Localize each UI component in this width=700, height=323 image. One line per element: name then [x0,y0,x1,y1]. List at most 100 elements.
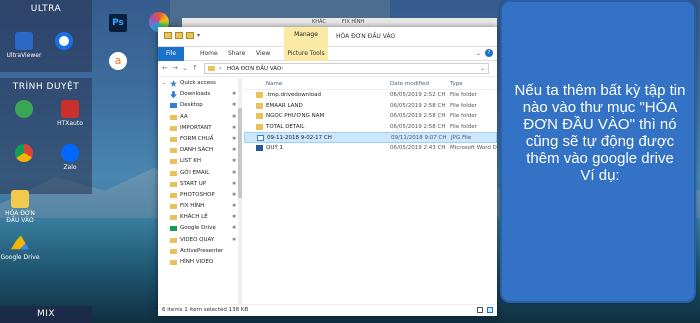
sidebar-item[interactable]: Google Drive ✱ [158,223,241,234]
tab-view[interactable]: View [250,47,276,61]
file-name: .tmp.drivedownload [266,92,322,98]
tab-file[interactable]: File [158,47,184,61]
zalo-shortcut[interactable]: Zalo [50,144,90,171]
sidebar-item[interactable]: ⌄ Quick access [158,78,241,89]
sidebar-item[interactable]: IMPORTANT ✱ [158,123,241,134]
details-view-icon[interactable] [477,307,483,313]
navigation-scrollbar[interactable] [238,78,242,304]
status-bar: 6 items 1 item selected 138 KB [158,304,497,316]
google-drive-shortcut[interactable]: Google Drive [0,234,40,261]
forward-arrow-icon[interactable]: → [172,64,178,72]
sidebar-item[interactable]: Desktop ✱ [158,100,241,111]
chevron-down-icon[interactable]: ⌄ [182,64,188,72]
sidebar-item[interactable]: AA ✱ [158,112,241,123]
zalo-label: Zalo [63,164,77,171]
up-arrow-icon[interactable]: ↑ [192,64,198,72]
chevron-right-icon[interactable]: › [219,65,221,72]
chevron-down-icon[interactable]: ⌄ [476,50,481,57]
chrome-shortcut[interactable] [4,144,44,164]
ultraviewer-label: UltraViewer [6,52,42,59]
sidebar-item[interactable]: KHÁCH LẺ ✱ [158,212,241,223]
sidebar-item-label: IMPORTANT [180,124,212,131]
sidebar-item-label: PHOTOSHOP [180,191,215,198]
sidebar-item[interactable]: FIX HÌNH ✱ [158,201,241,212]
sidebar-item[interactable]: LIST KH ✱ [158,156,241,167]
properties-icon[interactable] [175,32,183,39]
large-icons-view-icon[interactable] [487,307,493,313]
coccoc-shortcut[interactable] [4,100,44,120]
folder-icon [256,92,263,98]
tab-home[interactable]: Home [194,47,224,61]
scrollbar-thumb[interactable] [238,108,242,198]
activepresenter-icon[interactable]: a [109,52,127,70]
column-header-date[interactable]: Date modified [390,81,429,87]
chrome-icon [15,144,33,162]
pin-icon: ✱ [232,124,237,131]
column-header-name[interactable]: Name [266,81,282,87]
tab-picture-tools[interactable]: Picture Tools [284,47,328,61]
google-drive-icon [11,234,29,250]
file-name: NGỌC PHƯƠNG NAM [266,113,325,120]
download-icon [170,91,177,99]
group-title-ultra: ULTRA [30,4,62,14]
sidebar-item-label: GỞI EMAIL [180,169,210,176]
file-row[interactable]: NGỌC PHƯƠNG NAM 06/05/2019 2:58 CH File fo… [244,111,497,122]
photoshop-icon[interactable]: Ps [109,14,127,32]
sidebar-item-label: HÌNH VIDEO [180,259,214,265]
folder-icon [170,215,177,221]
sidebar-item[interactable]: GỞI EMAIL ✱ [158,168,241,179]
address-bar[interactable]: › HÓA ĐƠN ĐẦU VÀO › ⌄ [204,63,489,74]
file-row[interactable]: .tmp.drivedownload 06/05/2019 2:52 CH File… [244,90,497,101]
help-icon[interactable]: ? [485,49,493,57]
sidebar-item-label: KHÁCH LẺ [180,214,208,221]
folder-icon [170,125,177,131]
chevron-right-icon[interactable]: › [281,65,283,72]
file-row[interactable]: TOTAL DETAIL 06/05/2019 2:58 CH File folde… [244,122,497,133]
zalo-icon [61,144,79,162]
ultraviewer-shortcut[interactable]: UltraViewer [4,32,44,59]
sidebar-item[interactable]: FORM CHUẨ ✱ [158,134,241,145]
teamviewer-shortcut[interactable] [44,32,84,52]
pin-icon: ✱ [232,203,237,210]
tab-share[interactable]: Share [222,47,251,61]
folder-icon [256,113,263,120]
folder-icon [170,204,177,210]
sidebar-item-label: VIDEO QUAY [180,236,215,243]
file-row[interactable]: 09-11-2018 9-02-17 CH 09/11/2018 9:07 CH J… [244,132,497,143]
chevron-down-icon[interactable]: ⌄ [480,65,485,72]
file-row[interactable]: EMAAR LAND 06/05/2019 2:58 CH File folder [244,101,497,112]
chevron-down-icon[interactable]: ⌄ [162,78,166,89]
sidebar-item[interactable]: Downloads ✱ [158,89,241,100]
pin-icon: ✱ [232,169,237,176]
htxauto-shortcut[interactable]: HTXauto [50,100,90,127]
back-arrow-icon[interactable]: ← [162,64,168,72]
file-type: File folder [450,113,477,120]
hoa-don-folder-shortcut[interactable]: HÓA ĐƠN ĐẦU VÀO [0,190,40,224]
sidebar-item[interactable]: PHOTOSHOP ✱ [158,190,241,201]
sidebar-item[interactable]: DANH SÁCH ✱ [158,145,241,156]
bg-window-label: FIX HÌNH [342,19,365,25]
ribbon-tabs: File Home Share View Picture Tools ⌄ ? [158,47,497,61]
sidebar-item[interactable]: START UP ✱ [158,179,241,190]
new-folder-icon[interactable] [186,32,194,39]
desktop-group-ultra: ULTRA UltraViewer [0,0,92,72]
file-date: 06/05/2019 2:58 CH [390,102,446,109]
file-row[interactable]: QUÝ 1 06/05/2019 2:43 CH Microsoft Word D [244,143,497,154]
sidebar-item-label: ActivePresenter [180,247,224,254]
sidebar-item[interactable]: ActivePresenter [158,246,241,257]
desktop-group-trinh-duyet: TRÌNH DUYỆT [0,78,92,194]
folder-icon [170,159,177,165]
ultraviewer-icon [15,32,33,50]
breadcrumb[interactable]: HÓA ĐƠN ĐẦU VÀO [227,66,281,72]
sidebar-item[interactable]: VIDEO QUAY ✱ [158,235,241,246]
column-header-type[interactable]: Type [450,81,463,87]
chevron-down-icon[interactable]: ▾ [197,32,200,39]
folder-icon [170,181,177,187]
contextual-tab-label: Manage [294,31,318,38]
sidebar-item-label: DANH SÁCH [180,147,214,154]
hoa-don-label: HÓA ĐƠN ĐẦU VÀO [5,210,35,224]
pin-icon: ✱ [232,102,237,109]
sidebar-item-label: Google Drive [180,225,216,232]
sidebar-item[interactable]: HÌNH VIDEO [158,257,241,268]
star-icon [170,80,177,87]
